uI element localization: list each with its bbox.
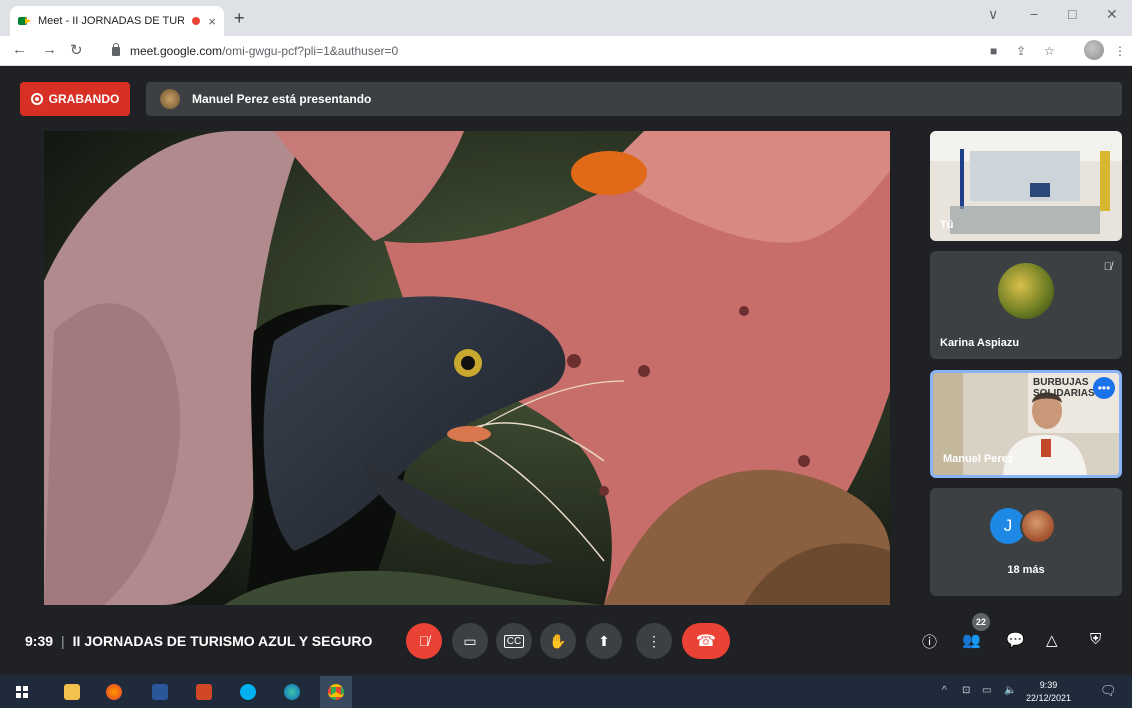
raise-hand-button[interactable]: ✋ [540,623,576,659]
tile-name-manuel: Manuel Perez [943,453,1014,465]
meet-main: GRABANDO Manuel Perez está presentando T… [0,67,1132,675]
people-icon[interactable]: 👥 [962,631,981,649]
presenter-banner: Manuel Perez está presentando [146,82,1122,116]
activities-icon[interactable]: △ [1046,631,1058,649]
moray-eel-image [44,131,890,605]
show-hidden-icons[interactable]: ^ [942,685,947,696]
reload-icon[interactable]: ↻ [70,41,83,59]
present-screen-icon: ⬆ [598,632,610,649]
browser-tab-meet[interactable]: Meet - II JORNADAS DE TURI × [10,6,224,36]
other-participant-avatar [1020,508,1056,544]
more-participants-text: 18 más [1007,564,1045,576]
participant-tile-self[interactable]: Tú 🎙̸ [930,131,1122,241]
recording-button[interactable]: GRABANDO [20,82,130,116]
url-host: meet.google.com [130,44,223,58]
camera-in-use-icon[interactable]: ■ [990,44,997,58]
burbujas-sign-text: BURBUJAS SOLIDARIAS [1033,377,1095,399]
meeting-info: 9:39 | II JORNADAS DE TURISMO AZUL Y SEGUR… [25,633,372,649]
skype-icon[interactable] [240,684,256,700]
participant-tile-karina[interactable]: 🎙̸ Karina Aspiazu [930,251,1122,359]
minimize-button[interactable]: − [1030,6,1038,22]
chrome-icon[interactable] [320,676,352,708]
bookmark-star-icon[interactable]: ☆ [1044,44,1055,58]
edge-icon[interactable] [284,684,300,700]
present-button[interactable]: ⬆ [586,623,622,659]
clock-time: 9:39 [1039,680,1058,690]
more-options-button[interactable]: ••• [1093,377,1115,399]
presentation-screen [44,131,890,605]
back-arrow-icon[interactable]: ← [12,41,27,58]
mic-off-icon: 🎙̸ [1103,261,1112,273]
more-options-button[interactable]: ⋮ [636,623,672,659]
new-tab-button[interactable]: + [234,8,245,29]
karina-avatar [998,263,1054,319]
camera-icon: ▭ [463,632,477,649]
tab-search-icon[interactable]: ∨ [988,6,998,23]
volume-icon[interactable]: 🔈 [1004,685,1016,696]
address-bar[interactable]: meet.google.com/omi-gwgu-pcf?pli=1&authu… [98,40,966,62]
browser-menu-icon[interactable]: ⋮ [1114,44,1126,58]
tab-close-icon[interactable]: × [208,14,216,29]
lock-icon [112,42,120,56]
powerpoint-icon[interactable] [196,684,212,700]
notifications-icon[interactable]: 🗨 [1100,683,1117,699]
captions-button[interactable]: CC [496,623,532,659]
presenter-avatar [160,89,180,109]
recording-indicator-icon [192,17,201,25]
windows-taskbar: ^ ⊡ ▭ 🔈 9:39 22/12/2021 🗨 [0,675,1132,708]
host-controls-icon[interactable]: ⛨ [1090,631,1101,648]
profile-avatar[interactable] [1084,40,1104,60]
meeting-details-icon[interactable]: ⓘ [922,631,937,652]
captions-icon: CC [503,634,525,648]
network-icon[interactable]: ⊡ [962,685,970,696]
record-icon [30,93,43,105]
mic-off-icon: 🎙̸ [418,633,430,649]
clock-date: 22/12/2021 [1026,693,1072,703]
tile-name-self: Tú [940,219,954,231]
leave-call-button[interactable]: ☎ [682,623,730,659]
tab-title: Meet - II JORNADAS DE TURI [38,15,185,27]
tile-name-karina: Karina Aspiazu [940,337,1020,349]
file-explorer-icon[interactable] [64,684,80,700]
forward-arrow-icon[interactable]: → [42,41,57,58]
word-icon[interactable] [152,684,168,700]
taskbar-clock[interactable]: 9:39 22/12/2021 [1026,679,1071,705]
recording-label: GRABANDO [48,92,120,106]
url-path: /omi-gwgu-pcf?pli=1&authuser=0 [222,44,399,58]
mic-off-button[interactable]: 🎙̸ [406,623,442,659]
mic-off-icon: 🎙̸ [1103,141,1112,153]
browser-tabbar: Meet - II JORNADAS DE TURI × + ∨ − □ ✕ [0,0,1132,36]
participants-count-badge: 22 [972,613,990,631]
participant-tile-others[interactable]: J 18 más [930,488,1122,596]
windows-start-icon[interactable] [16,686,28,698]
more-vert-icon: ⋮ [647,632,661,649]
meet-favicon-icon [18,15,32,27]
hand-icon: ✋ [549,632,567,649]
chat-icon[interactable]: 💬 [1006,631,1025,649]
camera-button[interactable]: ▭ [452,623,488,659]
separator: | [61,633,65,649]
meet-controls-bar: 9:39 | II JORNADAS DE TURISMO AZUL Y SEGUR… [0,613,1132,671]
maximize-button[interactable]: □ [1068,6,1076,22]
hang-up-icon: ☎ [696,633,716,650]
display-icon[interactable]: ▭ [982,685,991,696]
presenting-text: Manuel Perez está presentando [192,92,372,106]
browser-toolbar: ← → ↻ meet.google.com/omi-gwgu-pcf?pli=1… [0,36,1132,66]
participant-tile-manuel[interactable]: BURBUJAS SOLIDARIAS Manuel Perez ••• [930,370,1122,478]
close-window-button[interactable]: ✕ [1106,6,1118,23]
self-video [930,131,1122,241]
firefox-icon[interactable] [106,684,122,700]
share-icon[interactable]: ⇪ [1016,44,1026,58]
meeting-title: II JORNADAS DE TURISMO AZUL Y SEGURO [72,633,373,649]
meeting-time: 9:39 [25,633,54,649]
